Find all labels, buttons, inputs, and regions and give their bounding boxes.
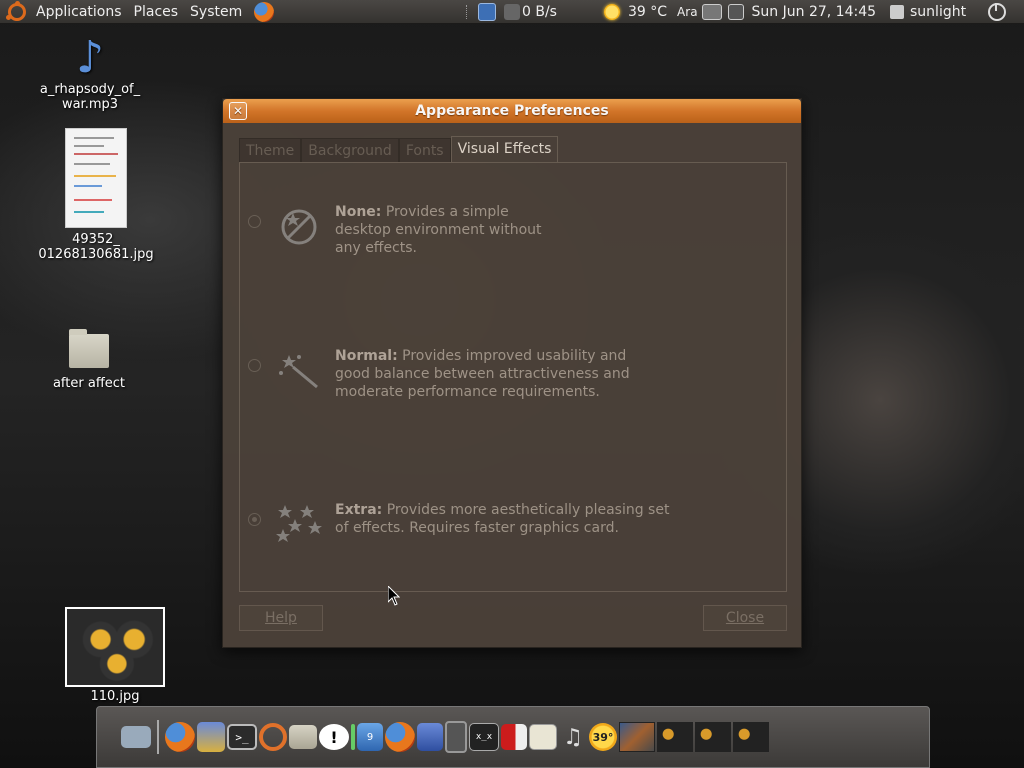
desktop-icon-label: 01268130681.jpg bbox=[38, 247, 154, 262]
notification-icon[interactable]: ! bbox=[319, 724, 349, 750]
top-panel: Applications Places System 0 B/s 39 °C A… bbox=[0, 0, 1024, 24]
sad-face-icon[interactable]: x_x bbox=[469, 723, 499, 751]
help-button[interactable]: Help bbox=[239, 605, 323, 631]
dock-separator bbox=[157, 720, 159, 754]
tab-bar: Theme Background Fonts Visual Effects bbox=[239, 135, 559, 163]
normal-effects-icon bbox=[279, 355, 318, 389]
option-normal[interactable]: Normal: Provides improved usability and … bbox=[240, 347, 630, 401]
option-extra-text: Extra: Provides more aesthetically pleas… bbox=[335, 501, 669, 537]
desktop-icon-label: 110.jpg bbox=[90, 689, 140, 704]
option-description: desktop environment without bbox=[335, 222, 542, 238]
option-extra[interactable]: Extra: Provides more aesthetically pleas… bbox=[240, 501, 669, 547]
terminal-icon[interactable]: >_ bbox=[227, 724, 257, 750]
option-description: Provides improved usability and bbox=[402, 348, 627, 364]
radio-extra[interactable] bbox=[248, 513, 261, 526]
tab-theme[interactable]: Theme bbox=[239, 138, 302, 162]
tab-visual-effects[interactable]: Visual Effects bbox=[450, 136, 559, 163]
no-effects-icon bbox=[281, 209, 317, 245]
close-button[interactable]: Close bbox=[703, 605, 787, 631]
radio-none[interactable] bbox=[248, 215, 261, 228]
user-icon bbox=[890, 5, 905, 19]
window-thumbnail[interactable] bbox=[695, 722, 731, 752]
calendar-icon[interactable]: 9 bbox=[357, 723, 383, 751]
dock: >_ ! 9 x_x ♫ 39° bbox=[96, 706, 930, 768]
tray-left: 0 B/s bbox=[466, 0, 557, 24]
tab-fonts[interactable]: Fonts bbox=[398, 138, 451, 162]
calendar-day: 9 bbox=[366, 731, 374, 743]
clipboard-dock-icon[interactable] bbox=[197, 722, 225, 752]
desktop-icon-label: 49352_ bbox=[72, 232, 120, 247]
music-file-icon: ♪ bbox=[75, 32, 105, 83]
network-speed: 0 B/s bbox=[522, 4, 557, 20]
user-name[interactable]: sunlight bbox=[910, 4, 966, 20]
visual-effects-panel: None: Provides a simple desktop environm… bbox=[239, 162, 787, 592]
network-manager-icon[interactable] bbox=[121, 726, 151, 748]
desktop-icon-110-jpg[interactable]: 110.jpg bbox=[64, 607, 166, 704]
power-icon[interactable] bbox=[988, 3, 1007, 21]
files-icon[interactable] bbox=[289, 725, 317, 749]
ubuntu-dock-icon[interactable] bbox=[259, 723, 287, 751]
firefox-launcher-icon[interactable] bbox=[254, 1, 275, 22]
window-thumbnail[interactable] bbox=[733, 722, 769, 752]
firefox-dock-icon[interactable] bbox=[385, 722, 415, 752]
desktop-icon-mp3[interactable]: ♪ a_rhapsody_of_ war.mp3 bbox=[28, 32, 152, 113]
weather-dock-icon[interactable]: 39° bbox=[589, 723, 617, 751]
desktop-icon-folder[interactable]: after affect bbox=[40, 329, 138, 391]
firefox-dock-icon[interactable] bbox=[165, 722, 195, 752]
menu-applications[interactable]: Applications bbox=[30, 0, 128, 24]
option-none-title: None: bbox=[335, 204, 382, 220]
option-description: Provides more aesthetically pleasing set bbox=[386, 502, 670, 518]
extra-effects-icon bbox=[276, 505, 322, 542]
option-none-text: None: Provides a simple desktop environm… bbox=[335, 203, 542, 257]
keyboard-layout[interactable]: Ara bbox=[677, 5, 698, 19]
mouse-cursor-icon bbox=[388, 586, 400, 606]
option-normal-text: Normal: Provides improved usability and … bbox=[335, 347, 630, 401]
image-thumbnail-icon bbox=[65, 128, 127, 228]
display-icon[interactable] bbox=[701, 4, 722, 20]
window-close-icon[interactable]: ✕ bbox=[229, 102, 247, 120]
phone-icon[interactable] bbox=[445, 721, 467, 753]
desktop-icon-jpg-document[interactable]: 49352_ 01268130681.jpg bbox=[28, 128, 164, 262]
desktop-icon-label: a_rhapsody_of_ bbox=[39, 82, 141, 97]
slider-icon[interactable] bbox=[351, 724, 355, 750]
clock[interactable]: Sun Jun 27, 14:45 bbox=[752, 4, 876, 20]
option-normal-title: Normal: bbox=[335, 348, 398, 364]
notes-icon[interactable] bbox=[417, 723, 443, 751]
tab-background[interactable]: Background bbox=[301, 138, 399, 162]
appearance-preferences-dialog: ✕ Appearance Preferences Theme Backgroun… bbox=[222, 98, 802, 648]
exit-icon[interactable] bbox=[501, 724, 527, 750]
option-description: good balance between attractiveness and bbox=[335, 366, 630, 382]
panel-handle bbox=[466, 5, 470, 19]
menu-system[interactable]: System bbox=[184, 0, 248, 24]
menu-places[interactable]: Places bbox=[128, 0, 185, 24]
dialog-title: Appearance Preferences bbox=[415, 103, 609, 119]
option-none[interactable]: None: Provides a simple desktop environm… bbox=[240, 203, 542, 257]
option-description: of effects. Requires faster graphics car… bbox=[335, 520, 619, 536]
desktop-icon-label: after affect bbox=[52, 376, 126, 391]
clipboard-icon[interactable] bbox=[478, 3, 496, 21]
radio-normal[interactable] bbox=[248, 359, 261, 372]
weather-sun-icon[interactable] bbox=[604, 4, 620, 20]
tray-right: 39 °C Ara Sun Jun 27, 14:45 sunlight bbox=[604, 0, 1007, 24]
option-description: moderate performance requirements. bbox=[335, 384, 600, 400]
temperature[interactable]: 39 °C bbox=[628, 4, 667, 20]
window-thumbnail[interactable] bbox=[657, 722, 693, 752]
weather-dock-temp: 39° bbox=[592, 730, 614, 744]
network-monitor-icon[interactable] bbox=[504, 4, 520, 20]
option-description: any effects. bbox=[335, 240, 417, 256]
volume-icon[interactable]: ♫ bbox=[559, 724, 587, 750]
image-thumbnail-icon bbox=[65, 607, 165, 687]
network-icon[interactable] bbox=[727, 4, 744, 20]
dialog-titlebar[interactable]: ✕ Appearance Preferences bbox=[223, 99, 801, 123]
option-extra-title: Extra: bbox=[335, 502, 383, 518]
text-editor-icon[interactable] bbox=[529, 724, 557, 750]
folder-icon bbox=[69, 329, 109, 368]
option-description: Provides a simple bbox=[385, 204, 509, 220]
ubuntu-logo-icon[interactable] bbox=[6, 0, 26, 21]
window-thumbnail[interactable] bbox=[619, 722, 655, 752]
desktop-icon-label: war.mp3 bbox=[61, 97, 119, 112]
